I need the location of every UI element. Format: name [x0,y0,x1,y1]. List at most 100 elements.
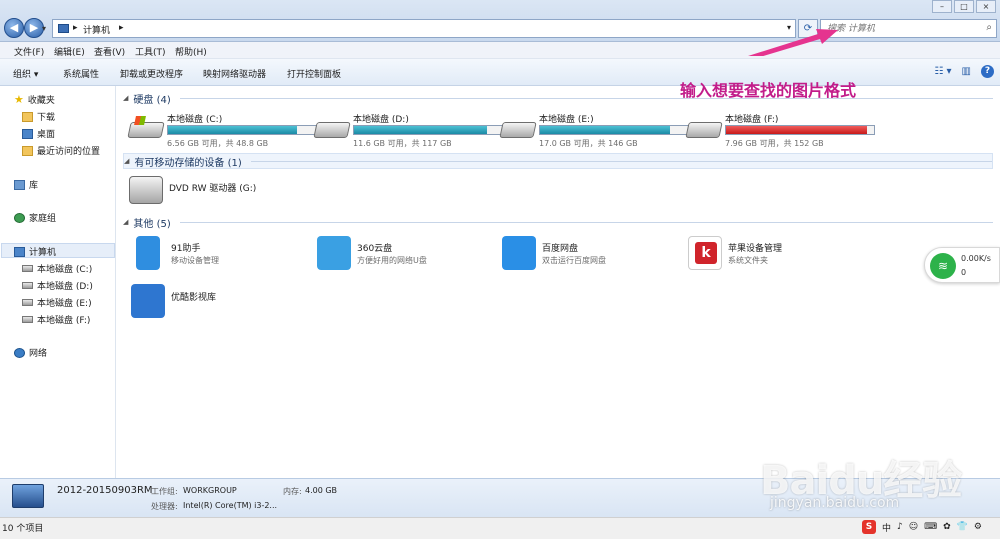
address-field[interactable]: ▸ 计算机 ▸ ▾ [52,19,796,38]
preview-pane-icon[interactable]: ▥ [962,66,971,77]
map-network-drive-button[interactable]: 映射网络驱动器 [203,67,266,80]
address-bar-area: – □ × ◀ ▶ ▾ ▸ 计算机 ▸ ▾ ⟳ ⌕ [0,0,1000,42]
group-header-removable[interactable]: ◢ 有可移动存储的设备 (1) [123,153,993,169]
group-divider [179,221,993,223]
download-speed: 0 [961,268,967,277]
drive-item-e[interactable]: 本地磁盘 (E:) 17.0 GB 可用，共 146 GB [499,112,691,150]
sidebar-item-network[interactable]: 网络 [14,346,47,359]
sidebar-item-desktop[interactable]: 桌面 [22,127,55,140]
drive-item-c[interactable]: 本地磁盘 (C:) 6.56 GB 可用，共 48.8 GB [127,112,319,150]
menu-file[interactable]: 文件(F) [14,45,44,58]
collapse-icon: ◢ [123,218,129,226]
item-description: 方便好用的网络U盘 [357,256,427,265]
organize-button[interactable]: 组织 ▾ [13,67,38,80]
sidebar-item-label: 本地磁盘 (F:) [37,316,91,326]
system-properties-button[interactable]: 系统属性 [63,67,99,80]
sogou-ime-icon[interactable]: S [862,520,876,534]
sidebar-item-computer[interactable]: 计算机 [14,245,56,258]
computer-icon [12,484,44,508]
memory-label: 内存: [283,487,302,496]
drive-icon [22,282,33,289]
homegroup-icon [14,212,25,223]
network-speed-widget[interactable]: ≋ 0.00K/s 0 [924,247,1000,283]
menu-tools[interactable]: 工具(T) [135,45,166,58]
drive-space-info: 17.0 GB 可用，共 146 GB [539,139,638,148]
drive-usage-bar [539,125,689,135]
other-item-baidu-pan[interactable]: 百度网盘 双击运行百度网盘 [502,236,682,276]
sidebar-item-drive-f[interactable]: 本地磁盘 (F:) [22,313,90,326]
drive-icon [22,265,33,272]
ime-punct-icon[interactable]: ♪ [897,522,903,532]
sidebar-item-downloads[interactable]: 下载 [22,110,55,123]
sidebar-item-homegroup[interactable]: 家庭组 [14,211,56,224]
close-button[interactable]: × [976,0,996,13]
breadcrumb-arrow[interactable]: ▸ [119,23,124,33]
drive-icon [499,122,537,138]
other-item-youku[interactable]: 优酷影视库 [131,284,311,324]
workgroup-value: WORKGROUP [183,486,237,495]
ime-skin-icon[interactable]: ✿ [943,522,951,532]
item-name: 360云盘 [357,244,393,254]
sidebar-item-libraries[interactable]: 库 [14,178,38,191]
desktop-icon [22,128,33,139]
minimize-button[interactable]: – [932,0,952,13]
sidebar-item-label: 家庭组 [29,214,57,224]
sidebar-item-label: 本地磁盘 (E:) [37,299,92,309]
sidebar-item-label: 网络 [29,349,48,359]
ime-tray: S 中 ♪ ☺ ⌨ ✿ 👕 ⚙ [862,520,982,534]
recent-pages-dropdown[interactable]: ▾ [42,24,46,33]
item-description: 双击运行百度网盘 [542,256,606,265]
search-input[interactable] [827,22,977,36]
sidebar-item-drive-c[interactable]: 本地磁盘 (C:) [22,262,92,275]
group-divider [250,160,992,162]
drive-space-info: 11.6 GB 可用，共 117 GB [353,139,452,148]
sidebar-item-label: 下载 [37,113,56,123]
view-options-icon[interactable]: ☷ ▾ [934,66,951,77]
youku-icon [131,284,165,318]
sidebar-item-recent[interactable]: 最近访问的位置 [22,144,100,157]
dvd-drive-item[interactable]: DVD RW 驱动器 (G:) [129,176,309,216]
sidebar-item-drive-e[interactable]: 本地磁盘 (E:) [22,296,92,309]
breadcrumb-arrow[interactable]: ▸ [73,23,78,33]
search-icon[interactable]: ⌕ [986,22,992,33]
forward-button[interactable]: ▶ [24,18,44,38]
breadcrumb-computer[interactable]: 计算机 [83,23,110,36]
sidebar-item-label: 本地磁盘 (D:) [37,282,93,292]
phone-app-icon [136,236,160,270]
drive-item-f[interactable]: 本地磁盘 (F:) 7.96 GB 可用，共 152 GB [685,112,877,150]
sidebar-item-label: 库 [29,181,39,191]
drive-name: 本地磁盘 (F:) [725,115,779,125]
drive-usage-bar [725,125,875,135]
collapse-icon: ◢ [123,94,129,102]
maximize-button[interactable]: □ [954,0,974,13]
other-item-91-assistant[interactable]: 91助手 移动设备管理 [131,236,311,276]
uninstall-program-button[interactable]: 卸载或更改程序 [120,67,183,80]
group-header-hdd[interactable]: ◢ 硬盘 (4) [123,90,993,106]
sidebar-item-favorites[interactable]: ★ 收藏夹 [14,92,55,107]
window-controls: – □ × [932,0,996,13]
drive-item-d[interactable]: 本地磁盘 (D:) 11.6 GB 可用，共 117 GB [313,112,505,150]
back-button[interactable]: ◀ [4,18,24,38]
ime-keyboard-icon[interactable]: ⌨ [924,522,937,532]
cpu-value: Intel(R) Core(TM) i3-2... [183,501,278,510]
group-header-other[interactable]: ◢ 其他 (5) [123,214,993,230]
ime-settings-icon[interactable]: ⚙ [974,522,982,532]
drive-name: 本地磁盘 (E:) [539,115,594,125]
menu-help[interactable]: 帮助(H) [175,45,207,58]
sidebar-item-label: 收藏夹 [27,96,55,106]
star-icon: ★ [14,92,24,106]
ime-emoji-icon[interactable]: ☺ [909,522,918,532]
ime-mode[interactable]: 中 [882,521,891,534]
search-field[interactable]: ⌕ [820,19,997,38]
sidebar-item-label: 最近访问的位置 [37,147,101,157]
drive-name: 本地磁盘 (D:) [353,115,409,125]
open-control-panel-button[interactable]: 打开控制面板 [287,67,341,80]
other-item-360-cloud[interactable]: 360云盘 方便好用的网络U盘 [317,236,497,276]
help-icon[interactable]: ? [981,65,994,78]
sidebar-item-label: 本地磁盘 (C:) [37,265,93,275]
menu-view[interactable]: 查看(V) [94,45,125,58]
other-item-apple-device[interactable]: k 苹果设备管理 系统文件夹 [688,236,868,276]
sidebar-item-drive-d[interactable]: 本地磁盘 (D:) [22,279,93,292]
menu-edit[interactable]: 编辑(E) [54,45,85,58]
ime-shirt-icon[interactable]: 👕 [957,522,968,532]
